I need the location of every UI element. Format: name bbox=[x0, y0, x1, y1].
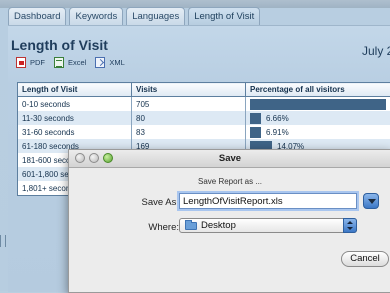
save-as-input[interactable] bbox=[179, 193, 357, 209]
tab-bar: Dashboard Keywords Languages Length of V… bbox=[8, 7, 260, 25]
resize-grip[interactable] bbox=[0, 235, 6, 247]
column-header-length[interactable]: Length of Visit bbox=[18, 83, 132, 97]
column-header-visits[interactable]: Visits bbox=[132, 83, 246, 97]
dialog-title: Save bbox=[69, 153, 390, 164]
row-percentage bbox=[246, 97, 390, 112]
percentage-label: 6.91% bbox=[266, 128, 289, 137]
dialog-titlebar: Save bbox=[69, 150, 390, 168]
column-header-percentage[interactable]: Percentage of all visitors bbox=[246, 83, 390, 97]
xml-icon bbox=[95, 57, 105, 68]
tab-languages[interactable]: Languages bbox=[126, 7, 185, 25]
percentage-bar bbox=[250, 113, 261, 124]
save-as-label: Save As: bbox=[121, 197, 179, 208]
folder-icon bbox=[185, 222, 197, 230]
expand-browser-button[interactable] bbox=[363, 193, 379, 209]
export-pdf-link[interactable]: PDF bbox=[16, 57, 45, 68]
table-row: 11-30 seconds 80 6.66% bbox=[18, 111, 390, 125]
pdf-icon bbox=[16, 57, 26, 68]
where-select[interactable]: Desktop bbox=[179, 218, 357, 233]
tab-dashboard[interactable]: Dashboard bbox=[8, 7, 66, 25]
cancel-button[interactable]: Cancel bbox=[341, 251, 389, 267]
row-length: 0-10 seconds bbox=[18, 97, 132, 112]
export-excel-label: Excel bbox=[68, 58, 86, 67]
excel-icon bbox=[54, 57, 64, 68]
where-selected-value: Desktop bbox=[201, 220, 236, 231]
row-length: 11-30 seconds bbox=[18, 111, 132, 125]
table-row: 0-10 seconds 705 bbox=[18, 97, 390, 112]
tab-length-of-visit[interactable]: Length of Visit bbox=[188, 7, 260, 25]
tab-keywords[interactable]: Keywords bbox=[69, 7, 123, 25]
export-excel-link[interactable]: Excel bbox=[54, 57, 86, 68]
select-arrows-icon bbox=[343, 218, 357, 233]
report-date: July 2 bbox=[362, 44, 390, 58]
table-header-row: Length of Visit Visits Percentage of all… bbox=[18, 83, 390, 97]
row-percentage: 6.91% bbox=[246, 125, 390, 139]
export-xml-label: XML bbox=[109, 58, 124, 67]
where-label: Where: bbox=[121, 222, 179, 233]
save-dialog: Save Save Report as ... Save As: Where: … bbox=[68, 149, 390, 293]
percentage-label: 6.66% bbox=[266, 114, 289, 123]
row-visits: 705 bbox=[132, 97, 246, 112]
row-length: 31-60 seconds bbox=[18, 125, 132, 139]
export-pdf-label: PDF bbox=[30, 58, 45, 67]
row-visits: 80 bbox=[132, 111, 246, 125]
export-xml-link[interactable]: XML bbox=[95, 57, 124, 68]
table-row: 31-60 seconds 83 6.91% bbox=[18, 125, 390, 139]
page-title: Length of Visit bbox=[11, 37, 108, 53]
percentage-bar bbox=[250, 99, 386, 110]
percentage-bar bbox=[250, 127, 261, 138]
dialog-subtitle: Save Report as ... bbox=[69, 177, 390, 186]
export-links: PDF Excel XML bbox=[16, 57, 125, 68]
row-percentage: 6.66% bbox=[246, 111, 390, 125]
row-visits: 83 bbox=[132, 125, 246, 139]
